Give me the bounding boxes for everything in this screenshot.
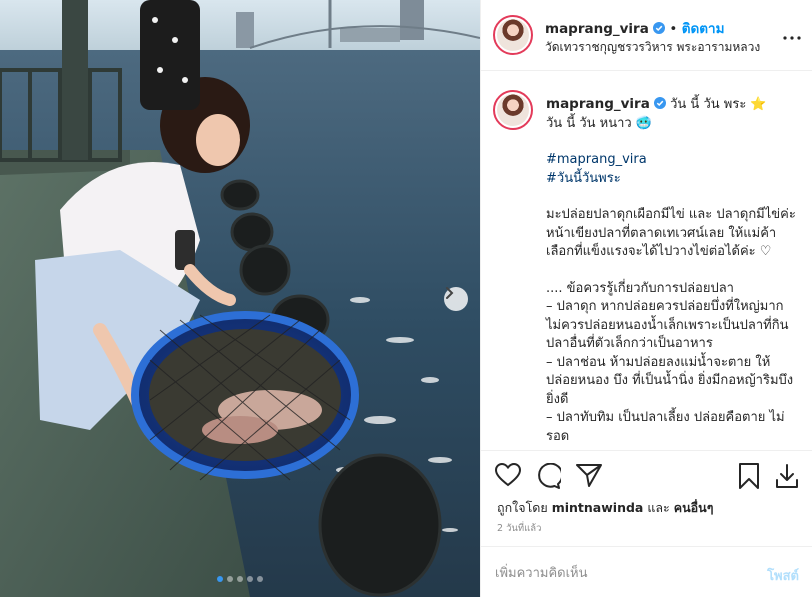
likes-summary: ถูกใจโดย mintnawinda และ คนอื่นๆ: [497, 498, 713, 518]
like-button[interactable]: [494, 462, 522, 491]
verified-badge-icon: [653, 22, 666, 34]
comment-input[interactable]: [495, 561, 745, 585]
separator: •: [669, 21, 678, 37]
carousel-dot: [257, 576, 263, 582]
likes-prefix: ถูกใจโดย: [497, 500, 548, 515]
post-comment-button[interactable]: โพสต์: [767, 565, 799, 586]
likes-and: และ: [647, 500, 670, 515]
liked-by-user-link[interactable]: mintnawinda: [552, 500, 644, 515]
hashtag-link[interactable]: #maprang_vira: [546, 152, 647, 167]
caption-line-1: วัน นี้ วัน พระ ⭐: [670, 97, 767, 112]
comment-button[interactable]: [535, 462, 564, 493]
username-link[interactable]: maprang_vira: [545, 21, 649, 37]
post-header: maprang_vira • ติดตาม วัดเทวราชกุญชรวรวิ…: [481, 0, 812, 71]
comment-icon: [535, 462, 564, 493]
carousel-dot-active: [217, 576, 223, 582]
more-horizontal-icon: [783, 24, 801, 45]
location-link[interactable]: วัดเทวราชกุญชรวรวิหาร พระอารามหลวง: [545, 38, 760, 57]
more-options-button[interactable]: [783, 24, 801, 45]
post-actions: ถูกใจโดย mintnawinda และ คนอื่นๆ 2 วันที…: [481, 450, 812, 546]
post-photo[interactable]: [0, 0, 480, 597]
caption-tip: – ปลาช่อน ห้ามปล่อยลงแม่น้ำจะตาย ให้ปล่อ…: [546, 354, 794, 407]
carousel-dot: [247, 576, 253, 582]
comment-bar: โพสต์: [481, 546, 812, 597]
liked-by-others-link[interactable]: คนอื่นๆ: [674, 500, 714, 515]
avatar[interactable]: [493, 15, 533, 55]
post-timestamp[interactable]: 2 วันที่แล้ว: [497, 521, 541, 536]
verified-badge-icon: [653, 97, 666, 109]
header-user-line: maprang_vira • ติดตาม: [545, 17, 724, 39]
heart-icon: [494, 462, 522, 491]
post-side-panel: maprang_vira • ติดตาม วัดเทวราชกุญชรวรวิ…: [480, 0, 812, 597]
download-button[interactable]: [775, 463, 799, 493]
caption-tips-heading: .... ข้อควรรู้เกี่ยวกับการปล่อยปลา: [546, 280, 734, 296]
carousel-dot: [227, 576, 233, 582]
caption-text: maprang_vira วัน นี้ วัน พระ ⭐ วัน นี้ ว…: [546, 95, 796, 446]
caption-tip: – ปลาดุก หากปล่อยควรปล่อยบึ่งที่ใหญ่มาก …: [546, 299, 789, 351]
next-photo-button[interactable]: [444, 287, 468, 311]
share-button[interactable]: [576, 463, 602, 491]
hashtag-link[interactable]: #วันนี้วันพระ: [546, 171, 621, 186]
caption-paragraph: มะปล่อยปลาดุกเผือกมีไข่ และ ปลาดุกมีไข่ค…: [546, 207, 796, 259]
download-icon: [775, 464, 799, 493]
photo-illustration: [0, 0, 480, 597]
caption-tip: – ปลาทับทิม เป็นปลาเลี้ยง ปล่อยคือตาย ไม…: [546, 410, 785, 444]
save-button[interactable]: [738, 463, 760, 493]
send-icon: [576, 464, 602, 491]
caption-username[interactable]: maprang_vira: [546, 96, 650, 112]
caption-scroll-area[interactable]: maprang_vira วัน นี้ วัน พระ ⭐ วัน นี้ ว…: [481, 72, 812, 450]
bookmark-icon: [738, 463, 760, 493]
carousel-indicator: [0, 576, 480, 582]
avatar[interactable]: [493, 90, 533, 130]
follow-button[interactable]: ติดตาม: [682, 21, 725, 37]
carousel-dot: [237, 576, 243, 582]
caption-line-2: วัน นี้ วัน หนาว 🥶: [546, 115, 653, 131]
